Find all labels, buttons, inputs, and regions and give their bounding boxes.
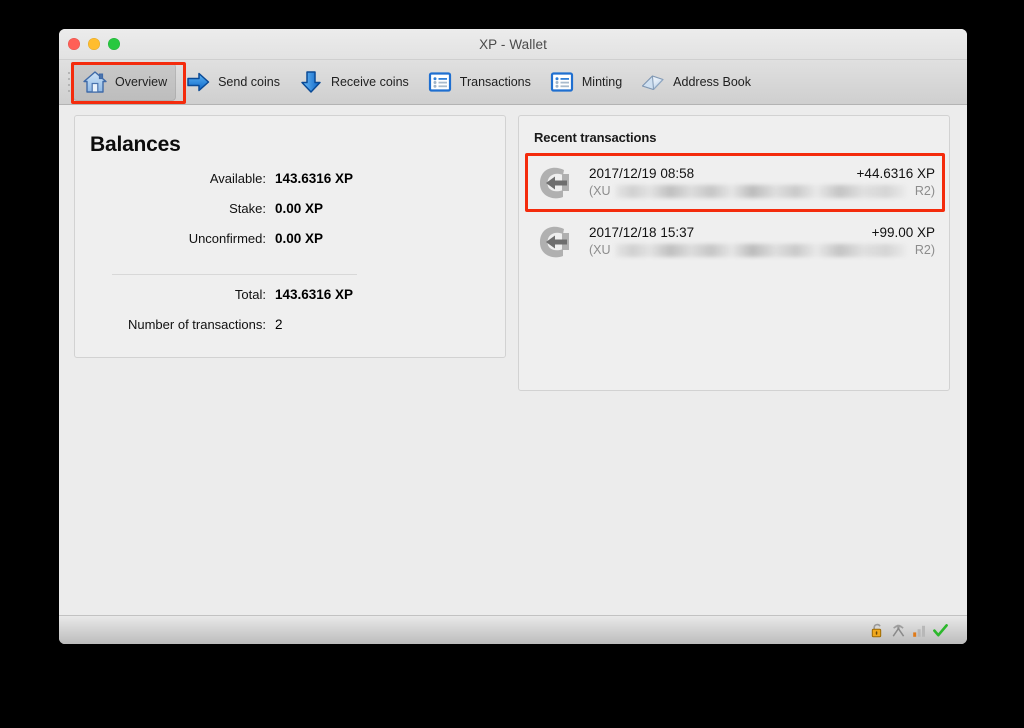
home-icon (83, 71, 107, 93)
grip-dot (68, 72, 70, 74)
status-bar (59, 615, 967, 644)
toolbar-label-send-coins: Send coins (218, 75, 280, 89)
grip-dot (68, 90, 70, 92)
transaction-address-redacted (615, 243, 907, 257)
transaction-date: 2017/12/19 08:58 (589, 165, 695, 181)
balance-row-unconfirmed: Unconfirmed: 0.00 XP (75, 231, 505, 261)
transaction-body: 2017/12/18 15:37 +99.00 XP (XU R2) (589, 225, 935, 259)
balances-total-rows: Total: 143.6316 XP Number of transaction… (75, 287, 505, 347)
balance-row-available: Available: 143.6316 XP (75, 171, 505, 201)
zoom-button[interactable] (108, 38, 120, 50)
toolbar-item-send-coins[interactable]: Send coins (176, 63, 289, 101)
close-button[interactable] (68, 38, 80, 50)
balances-title: Balances (90, 133, 181, 156)
content-area: Balances Available: 143.6316 XP Stake: 0… (59, 105, 967, 615)
transaction-count-label: Number of transactions: (127, 317, 266, 332)
signal-bars-icon[interactable] (911, 622, 928, 639)
transaction-primary-line: 2017/12/18 15:37 +99.00 XP (589, 225, 935, 240)
balance-row-transaction-count: Number of transactions: 2 (75, 317, 505, 347)
list-icon (428, 72, 451, 92)
lock-unlocked-icon[interactable] (869, 622, 886, 639)
balance-label: Available: (209, 171, 266, 186)
transaction-address-redacted (615, 184, 907, 198)
toolbar-label-minting: Minting (581, 75, 623, 89)
grip-dot (68, 78, 70, 80)
window-controls[interactable] (68, 38, 120, 50)
receive-coin-icon (539, 167, 569, 198)
window-title: XP - Wallet (479, 36, 547, 52)
sync-check-icon[interactable] (932, 622, 949, 639)
arrow-down-icon (301, 71, 321, 93)
app-window: XP - Wallet Overview Send coins Receive … (59, 29, 967, 644)
transaction-date: 2017/12/18 15:37 (589, 224, 695, 240)
balance-value: 0.00 XP (275, 201, 324, 216)
toolbar-label-address-book: Address Book (673, 75, 751, 89)
grip-dot (68, 84, 70, 86)
toolbar-grip-handle[interactable] (65, 60, 73, 105)
recent-transactions-panel: Recent transactions 2017/12/19 08:58 +44… (518, 115, 950, 391)
transaction-address-prefix: (XU (589, 183, 611, 198)
recent-transactions-title: Recent transactions (534, 130, 657, 145)
transaction-amount: +44.6316 XP (856, 165, 935, 181)
transaction-count-value: 2 (275, 317, 283, 332)
balance-row-total: Total: 143.6316 XP (75, 287, 505, 317)
toolbar-item-minting[interactable]: Minting (540, 63, 631, 101)
transaction-address-suffix: R2) (914, 242, 935, 257)
toolbar-item-receive-coins[interactable]: Receive coins (289, 63, 418, 101)
main-toolbar: Overview Send coins Receive coins Transa… (59, 60, 967, 105)
transaction-amount: +99.00 XP (871, 224, 935, 240)
arrow-right-icon (187, 72, 210, 92)
balance-row-stake: Stake: 0.00 XP (75, 201, 505, 231)
balance-label: Unconfirmed: (188, 231, 266, 246)
transaction-row[interactable]: 2017/12/19 08:58 +44.6316 XP (XU R2) (519, 153, 949, 212)
transaction-address-line: (XU R2) (589, 184, 935, 200)
balance-value: 0.00 XP (275, 231, 324, 246)
transaction-list: 2017/12/19 08:58 +44.6316 XP (XU R2) 201… (519, 153, 949, 271)
balances-divider (112, 274, 357, 275)
balance-label: Stake: (229, 201, 266, 216)
minimize-button[interactable] (88, 38, 100, 50)
balance-value: 143.6316 XP (275, 171, 354, 186)
transaction-address-line: (XU R2) (589, 243, 935, 259)
toolbar-label-transactions: Transactions (459, 75, 531, 89)
balance-label: Total: (234, 287, 266, 302)
toolbar-item-transactions[interactable]: Transactions (418, 63, 540, 101)
balances-panel: Balances Available: 143.6316 XP Stake: 0… (74, 115, 506, 358)
transaction-address-suffix: R2) (914, 183, 935, 198)
transaction-row[interactable]: 2017/12/18 15:37 +99.00 XP (XU R2) (519, 212, 949, 271)
balance-value: 143.6316 XP (275, 287, 354, 302)
receive-coin-icon (539, 226, 569, 257)
book-icon (642, 75, 664, 91)
toolbar-label-overview: Overview (115, 75, 168, 89)
toolbar-item-address-book[interactable]: Address Book (631, 63, 760, 101)
transaction-body: 2017/12/19 08:58 +44.6316 XP (XU R2) (589, 166, 935, 200)
window-titlebar: XP - Wallet (59, 29, 967, 60)
toolbar-label-receive-coins: Receive coins (330, 75, 409, 89)
screen-root: XP - Wallet Overview Send coins Receive … (0, 0, 1024, 728)
list-icon (550, 72, 573, 92)
transaction-address-prefix: (XU (589, 242, 611, 257)
balances-rows: Available: 143.6316 XP Stake: 0.00 XP Un… (75, 171, 505, 261)
transaction-primary-line: 2017/12/19 08:58 +44.6316 XP (589, 166, 935, 181)
toolbar-item-overview[interactable]: Overview (73, 63, 177, 101)
mining-hammers-icon[interactable] (890, 622, 907, 639)
